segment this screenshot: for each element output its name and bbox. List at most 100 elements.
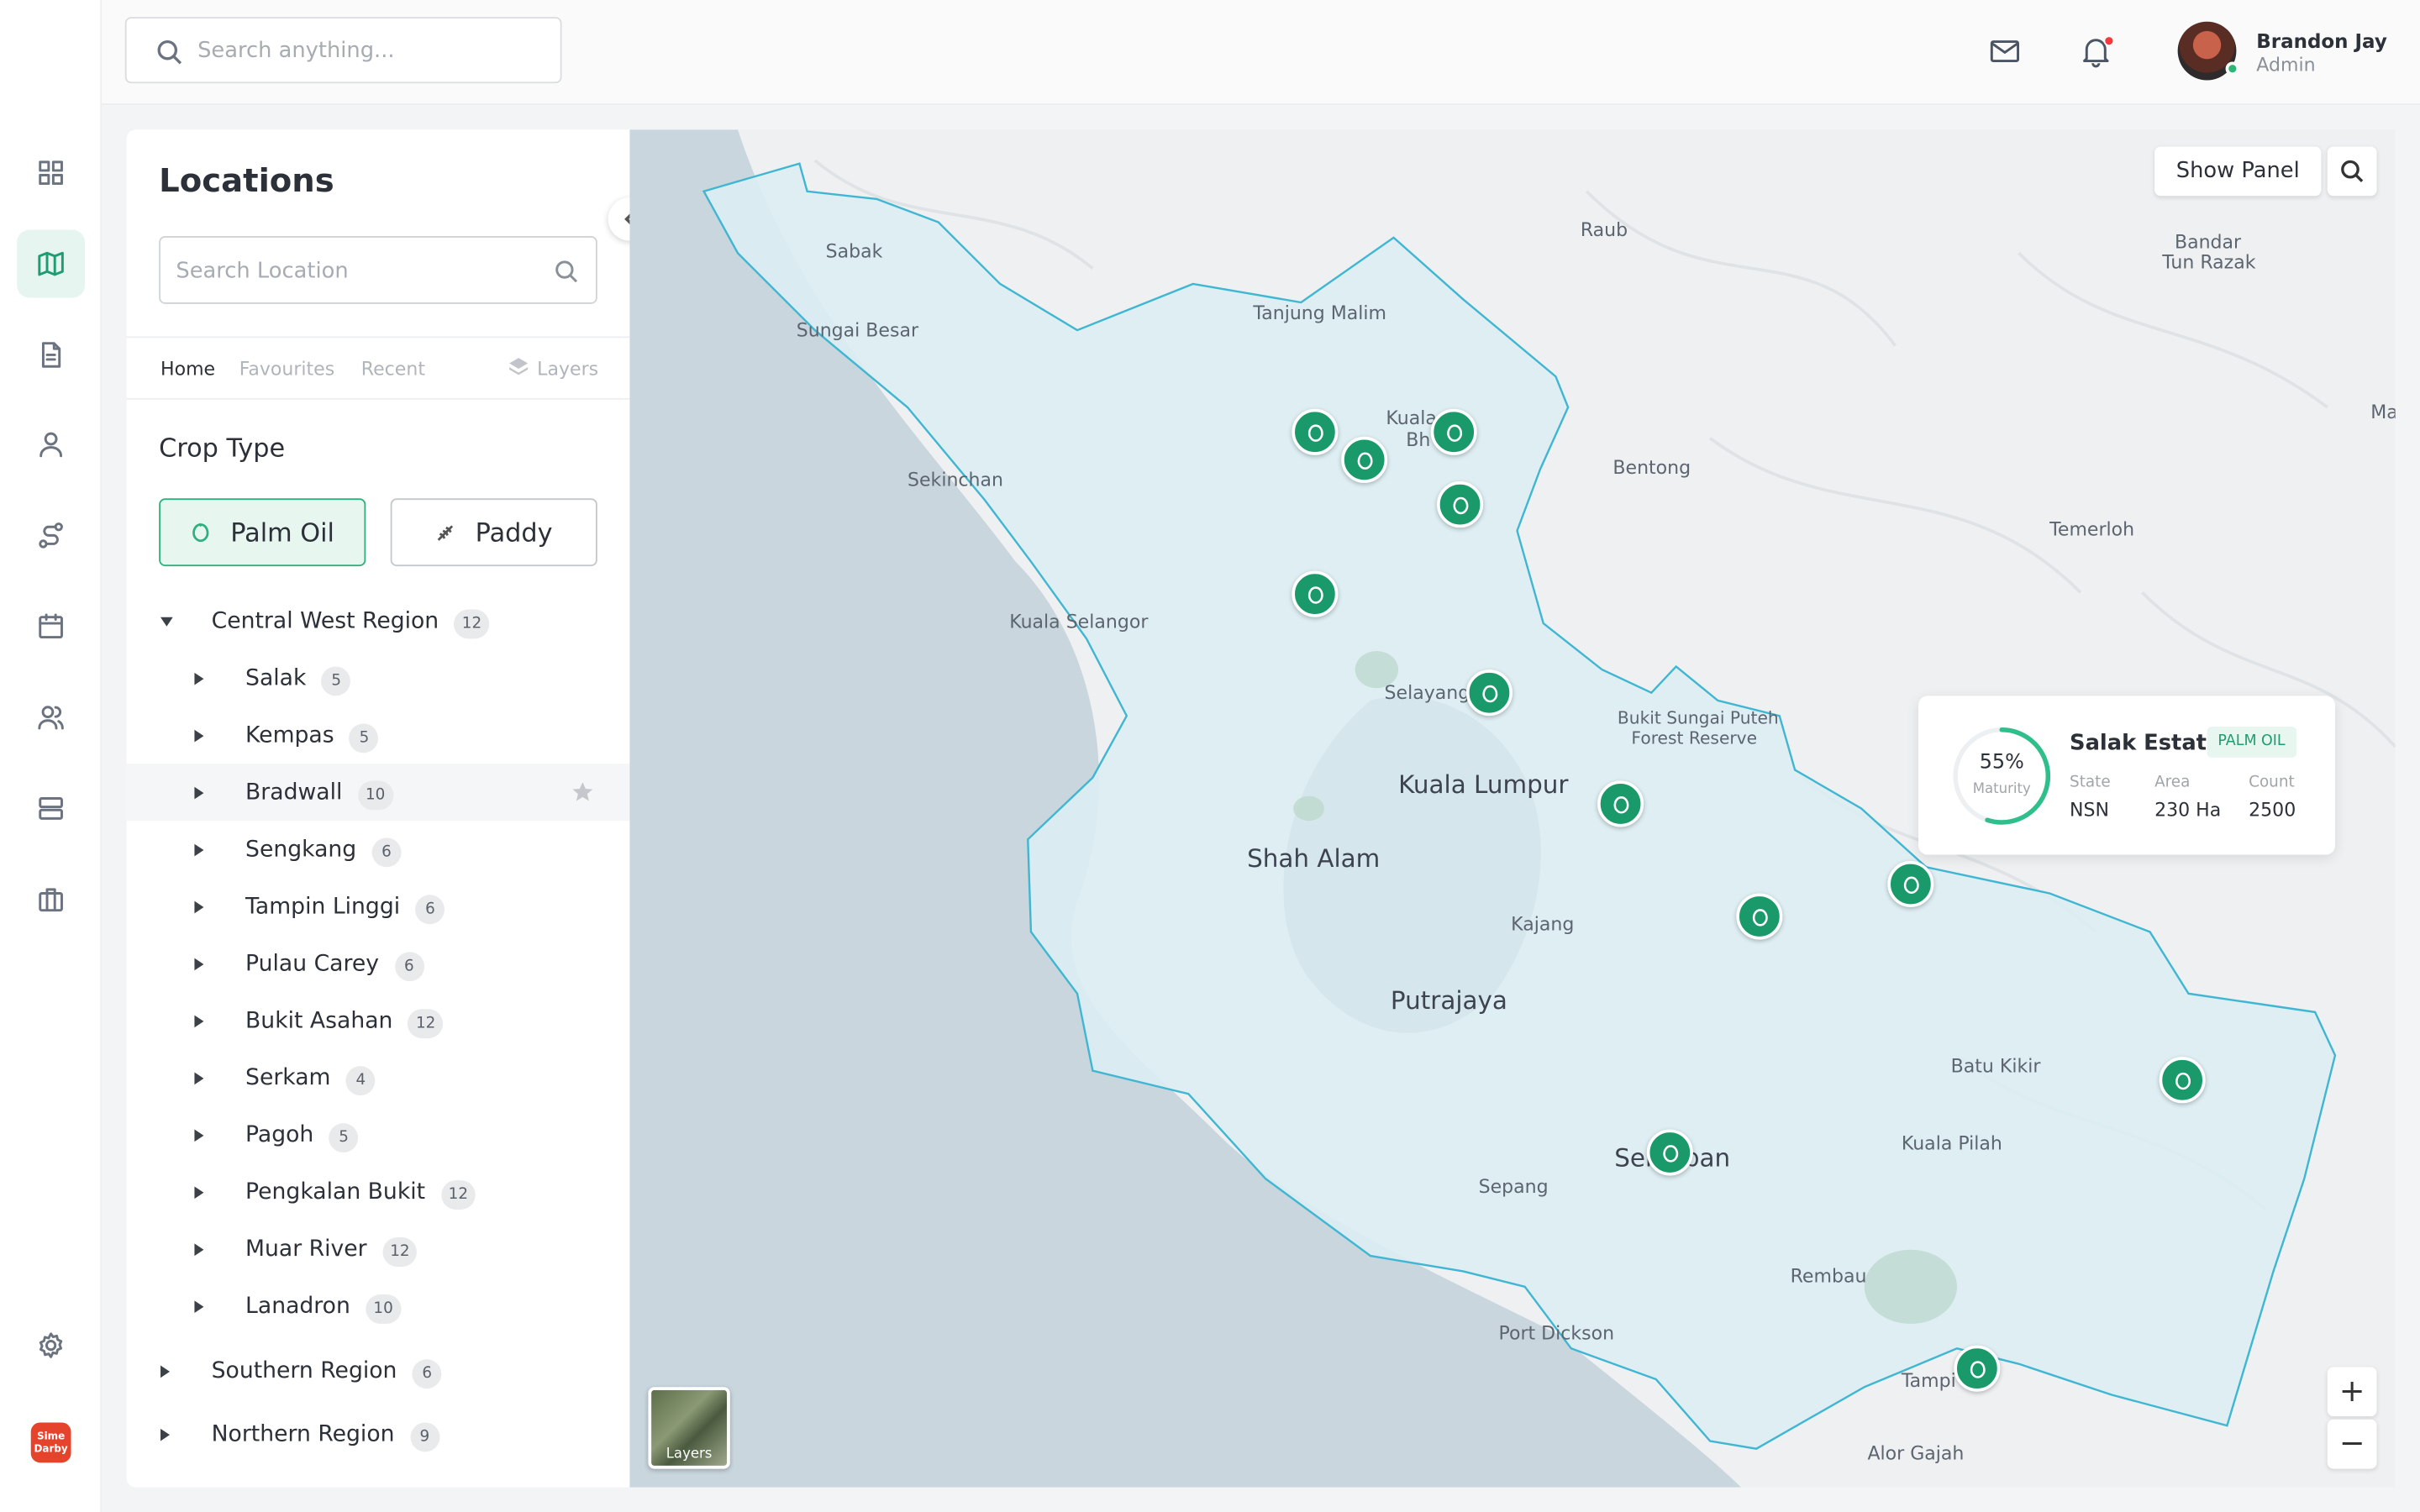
nav-settings[interactable] <box>17 1311 85 1379</box>
caret-right-icon[interactable] <box>194 957 204 970</box>
map-label: Port Dickson <box>1498 1322 1615 1344</box>
estate-item[interactable]: Pengkalan Bukit 12 <box>127 1163 630 1221</box>
caret-right-icon[interactable] <box>194 1128 204 1142</box>
caret-right-icon[interactable] <box>194 1071 204 1084</box>
palm-oil-button[interactable]: Palm Oil <box>159 498 366 567</box>
region-item[interactable]: Northern Region 9 <box>127 1404 630 1464</box>
layers-toggle-label: Layers <box>666 1446 713 1463</box>
nav-map[interactable] <box>17 229 86 298</box>
estate-item[interactable]: Salak 5 <box>127 649 630 706</box>
count-badge: 12 <box>440 1179 476 1210</box>
estate-pin[interactable] <box>1341 436 1388 483</box>
tab-home[interactable]: Home <box>160 358 215 380</box>
estate-item[interactable]: Bukit Asahan 12 <box>127 992 630 1049</box>
star-icon[interactable] <box>571 780 595 804</box>
caret-right-icon[interactable] <box>194 1014 204 1027</box>
nav-documents[interactable] <box>17 321 85 389</box>
nav-dashboard[interactable] <box>17 139 85 207</box>
estate-item[interactable]: Kempas 5 <box>127 706 630 764</box>
user-name: Brandon Jay <box>2256 29 2387 53</box>
locations-panel: Locations Home Favourites Recent Layers … <box>126 129 630 1488</box>
estate-pin[interactable] <box>1437 481 1484 528</box>
location-search-input[interactable] <box>176 255 531 287</box>
count-badge: 12 <box>408 1008 444 1038</box>
map-label: Kuala Lumpur <box>1398 769 1569 800</box>
caret-right-icon[interactable] <box>160 1427 171 1441</box>
nav-portfolio[interactable] <box>17 865 85 933</box>
tree-label: Muar River <box>245 1236 367 1262</box>
map-search-button[interactable] <box>2327 146 2377 197</box>
estate-item[interactable]: Lanadron 10 <box>127 1278 630 1335</box>
map-label: Bentong <box>1612 456 1691 479</box>
estate-pin[interactable] <box>2159 1057 2206 1104</box>
count-badge: 6 <box>415 894 445 924</box>
caret-right-icon[interactable] <box>194 785 204 799</box>
region-tree: Central West Region 12 Salak 5 Kempas 5 Bradwa… <box>126 592 630 1464</box>
nav-storage[interactable] <box>17 774 85 843</box>
maturity-ring <box>1953 727 2051 825</box>
estate-item[interactable]: Serkam 4 <box>127 1049 630 1106</box>
nav-team[interactable] <box>17 684 85 752</box>
palm-fruit-icon <box>1481 684 1497 702</box>
region-item[interactable]: Central West Region 12 <box>127 592 630 649</box>
tab-layers[interactable]: Layers <box>509 358 598 380</box>
caret-down-icon[interactable] <box>160 616 173 626</box>
zoom-out-button[interactable]: − <box>2327 1419 2377 1469</box>
estate-item[interactable]: Pulau Carey 6 <box>127 935 630 992</box>
global-search-input[interactable] <box>197 34 538 68</box>
top-bar: Brandon Jay Admin <box>102 0 2420 105</box>
caret-right-icon[interactable] <box>194 728 204 742</box>
estate-pin[interactable] <box>1465 669 1513 717</box>
zoom-in-button[interactable]: + <box>2327 1367 2377 1417</box>
estate-item[interactable]: Bradwall 10 <box>126 764 630 822</box>
nav-profile[interactable] <box>17 411 85 479</box>
caret-right-icon[interactable] <box>194 671 204 685</box>
caret-right-icon[interactable] <box>194 1299 204 1313</box>
estate-pin[interactable] <box>1887 860 1934 908</box>
notifications-button[interactable] <box>2079 34 2116 71</box>
nav-routes[interactable] <box>17 501 85 570</box>
estate-pin[interactable] <box>1292 570 1339 617</box>
estate-pin[interactable] <box>1954 1345 2001 1392</box>
state-value: NSN <box>2070 799 2110 822</box>
panel-title: Locations <box>159 161 334 199</box>
logo-text-bottom: Darby <box>34 1442 68 1456</box>
estate-item[interactable]: Muar River 12 <box>127 1221 630 1278</box>
palm-fruit-icon <box>1662 1144 1678 1162</box>
messages-button[interactable] <box>1988 34 2025 71</box>
estate-pin[interactable] <box>1430 408 1477 455</box>
caret-right-icon[interactable] <box>194 843 204 856</box>
estate-pin[interactable] <box>1646 1129 1693 1176</box>
count-label: Count <box>2249 774 2295 792</box>
tab-favourites[interactable]: Favourites <box>239 358 335 380</box>
map-label: Bandar <box>2174 231 2242 254</box>
layers-toggle[interactable]: Layers <box>648 1387 730 1469</box>
layers-icon <box>509 358 529 375</box>
estate-item[interactable]: Sengkang 6 <box>127 821 630 878</box>
paddy-button[interactable]: Paddy <box>390 498 597 567</box>
palm-fruit-icon <box>1612 795 1628 813</box>
show-panel-button[interactable]: Show Panel <box>2154 146 2322 197</box>
map-view[interactable]: Sabak Sungai Besar Tanjung Malim Raub Ba… <box>629 129 2396 1488</box>
count-badge: 4 <box>345 1065 376 1095</box>
caret-right-icon[interactable] <box>194 1185 204 1199</box>
crop-type-heading: Crop Type <box>159 433 286 464</box>
caret-right-icon[interactable] <box>160 1365 171 1378</box>
palm-fruit-icon <box>1356 451 1372 470</box>
estate-pin[interactable] <box>1736 893 1783 940</box>
search-icon <box>2341 160 2364 182</box>
estate-name: Salak Estate <box>2070 731 2222 757</box>
caret-right-icon[interactable] <box>194 900 204 913</box>
tree-label: Lanadron <box>245 1294 350 1319</box>
caret-right-icon[interactable] <box>194 1242 204 1256</box>
estate-item[interactable]: Tampin Linggi 6 <box>127 878 630 935</box>
estate-info-card[interactable]: 55% Maturity Salak Estate PALM OIL State… <box>1918 696 2335 855</box>
search-icon <box>555 260 578 283</box>
estate-pin[interactable] <box>1292 408 1339 455</box>
estate-pin[interactable] <box>1597 780 1644 827</box>
palm-fruit-icon <box>1751 908 1767 926</box>
tab-recent[interactable]: Recent <box>361 358 425 380</box>
nav-calendar[interactable] <box>17 592 85 660</box>
region-item[interactable]: Southern Region 6 <box>127 1339 630 1404</box>
estate-item[interactable]: Pagoh 5 <box>127 1106 630 1163</box>
